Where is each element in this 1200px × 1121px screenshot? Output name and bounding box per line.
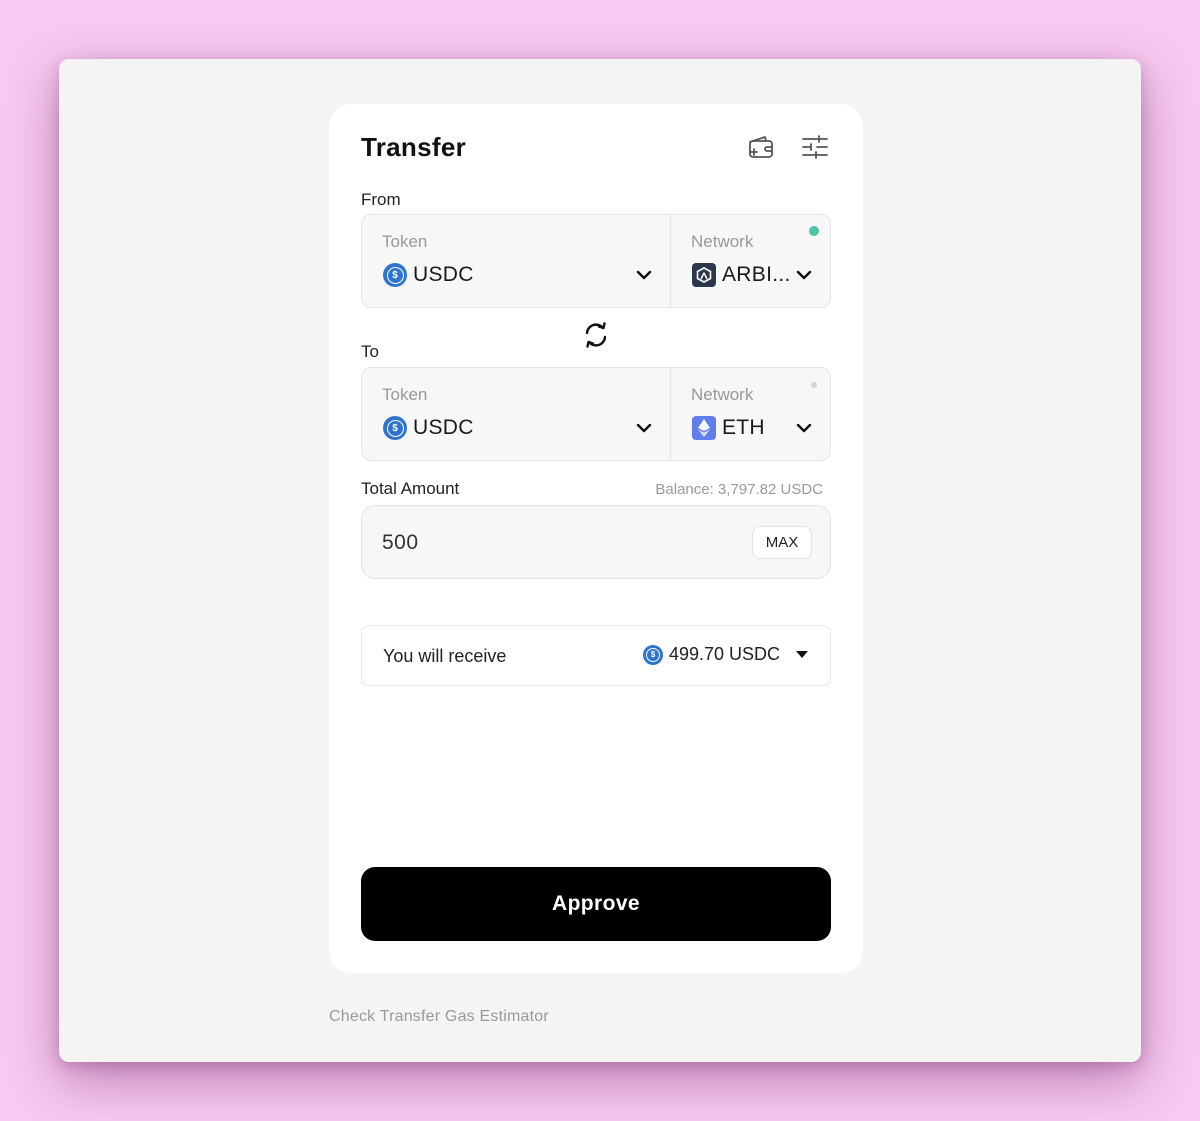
to-label: To (361, 342, 379, 361)
network-status-dot (809, 226, 819, 236)
from-selector: Token $ USDC Network ARBI... (361, 214, 831, 308)
receive-label: You will receive (383, 646, 507, 666)
from-token-label: Token (382, 232, 428, 251)
amount-header: Total Amount Balance: 3,797.82 USDC (361, 479, 823, 499)
approve-button[interactable]: Approve (361, 867, 831, 941)
to-network-label: Network (691, 385, 754, 404)
usdc-coin-icon: $ (383, 263, 407, 287)
to-network-text: ETH (722, 416, 765, 439)
receive-amount: 499.70 USDC (668, 644, 780, 664)
transfer-card: Transfer From Token $ USDC Network ARBI.… (329, 104, 863, 973)
swap-arrows-icon[interactable] (580, 319, 612, 351)
arbitrum-logo-icon (692, 263, 716, 287)
amount-input[interactable] (382, 528, 722, 558)
to-token-dropdown[interactable]: Token $ USDC (362, 368, 670, 460)
balance-text: Balance: 3,797.82 USDC (655, 480, 823, 498)
chevron-down-icon (633, 264, 655, 286)
to-selector: Token $ USDC Network ETH (361, 367, 831, 461)
network-status-dot (811, 382, 817, 388)
from-token-value: $ USDC (383, 263, 474, 287)
from-network-dropdown[interactable]: Network ARBI... (671, 215, 832, 307)
max-button[interactable]: MAX (752, 526, 812, 559)
from-network-text: ARBI... (722, 263, 791, 286)
total-amount-label: Total Amount (361, 479, 460, 498)
from-network-label: Network (691, 232, 754, 251)
to-token-text: USDC (413, 416, 474, 439)
sliders-icon[interactable] (800, 132, 830, 162)
chevron-down-icon (633, 417, 655, 439)
from-label: From (361, 190, 401, 209)
from-network-value: ARBI... (692, 263, 791, 287)
gas-estimator-link[interactable]: Check Transfer Gas Estimator (329, 1008, 549, 1026)
from-token-dropdown[interactable]: Token $ USDC (362, 215, 670, 307)
chevron-down-icon (793, 417, 815, 439)
receive-summary[interactable]: You will receive $ 499.70 USDC (361, 625, 831, 686)
amount-field: MAX (361, 505, 831, 579)
usdc-coin-icon: $ (383, 416, 407, 440)
wallet-plus-icon[interactable] (745, 132, 775, 162)
to-token-label: Token (382, 385, 428, 404)
to-token-value: $ USDC (383, 416, 474, 440)
ethereum-logo-icon (692, 416, 716, 440)
caret-down-icon (796, 651, 808, 658)
to-network-value: ETH (692, 416, 765, 440)
receive-value: $ 499.70 USDC (642, 644, 808, 665)
from-token-text: USDC (413, 263, 474, 286)
chevron-down-icon (793, 264, 815, 286)
usdc-coin-icon: $ (642, 644, 663, 665)
page-title: Transfer (361, 132, 467, 162)
to-network-dropdown[interactable]: Network ETH (671, 368, 832, 460)
app-window: Transfer From Token $ USDC Network ARBI.… (59, 59, 1141, 1062)
